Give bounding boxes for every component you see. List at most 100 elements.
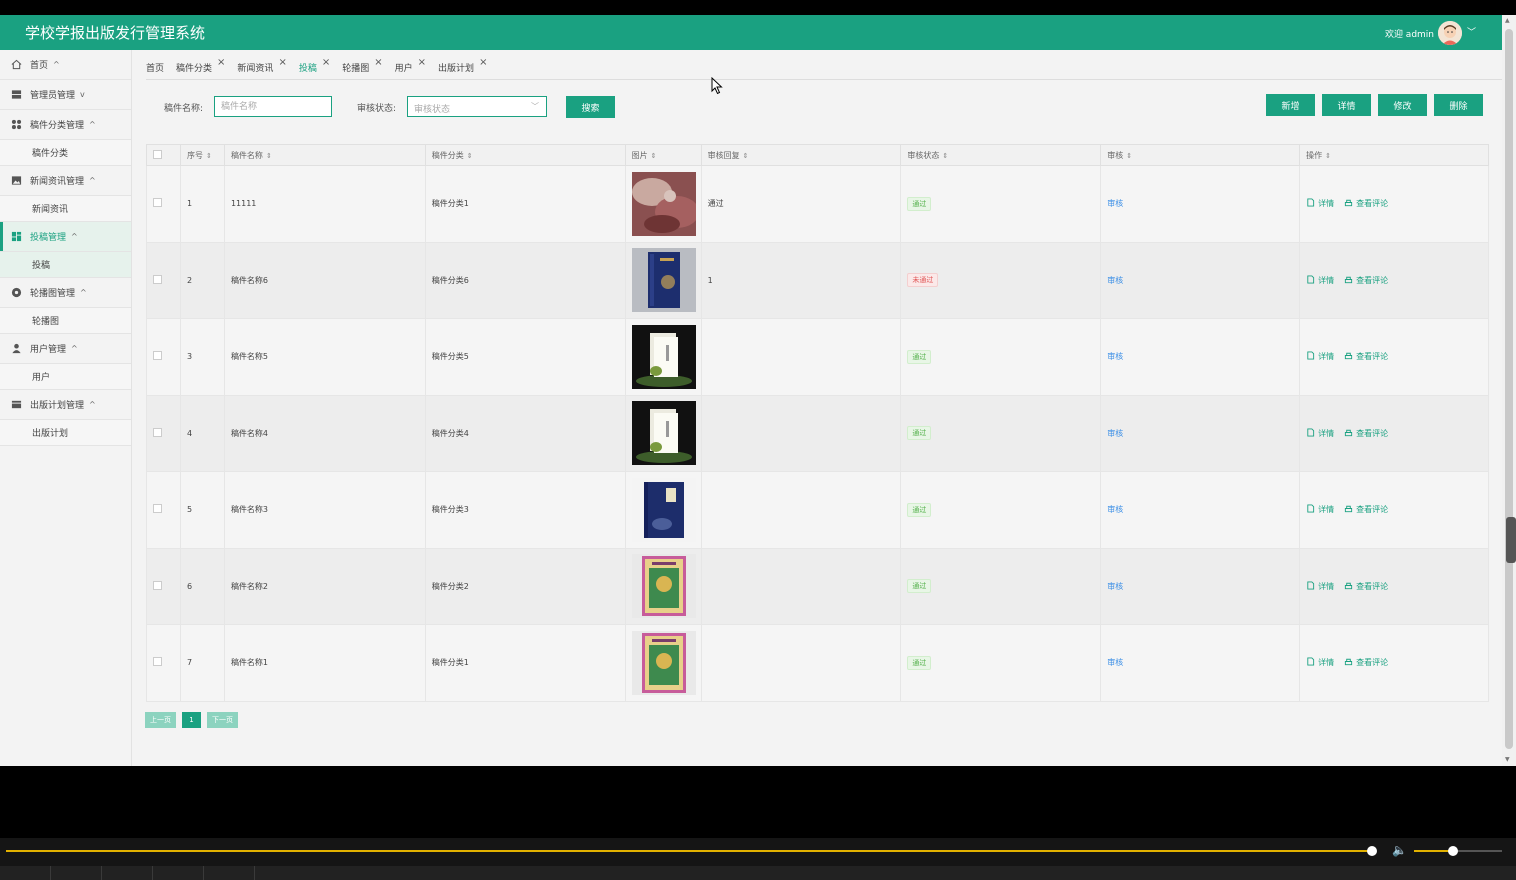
close-icon[interactable]: × [217,57,225,68]
column-header[interactable]: 审核回复 ⇕ [700,144,902,166]
sort-icon[interactable]: ⇕ [1126,152,1132,160]
table-row[interactable]: 4 稿件名称4 稿件分类4 通过 审核 详情 查看评论 [146,394,1489,472]
row-detail-link[interactable]: 详情 [1306,504,1334,514]
row-select-cell[interactable] [146,241,181,319]
row-detail-link[interactable]: 详情 [1306,428,1334,438]
sidebar-item-home[interactable]: 首页 ^ [0,50,131,80]
table-row[interactable]: 6 稿件名称2 稿件分类2 通过 审核 详情 查看评论 [146,547,1489,625]
column-header[interactable]: 序号 ⇕ [179,144,225,166]
tab-submission[interactable]: 投稿 × [299,57,330,74]
next-page-button[interactable]: 下一页 [207,712,238,728]
row-select-cell[interactable] [146,471,181,549]
sidebar-subitem-carousel[interactable]: 轮播图 [0,308,131,334]
thumbnail-image[interactable] [631,324,701,389]
close-icon[interactable]: × [278,57,286,68]
sort-icon[interactable]: ⇕ [206,152,212,160]
sidebar-item-plan-mgmt[interactable]: 出版计划管理 ^ [0,390,131,420]
row-comments-link[interactable]: 查看评论 [1344,658,1388,667]
column-header[interactable]: 图片 ⇕ [624,144,702,166]
close-icon[interactable]: × [479,57,487,68]
row-checkbox[interactable] [153,351,162,361]
page-number-button[interactable]: 1 [182,712,201,728]
column-header[interactable]: 审核状态 ⇕ [900,144,1102,166]
row-checkbox[interactable] [153,657,162,667]
row-detail-link[interactable]: 详情 [1306,351,1334,361]
scrollbar[interactable]: ▲ ▼ [1502,15,1516,766]
review-link[interactable]: 审核 [1107,276,1123,285]
table-row[interactable]: 7 稿件名称1 稿件分类1 通过 审核 详情 查看评论 [146,624,1489,702]
detail-button[interactable]: 详情 [1322,94,1371,116]
column-header[interactable]: 操作 ⇕ [1299,144,1489,166]
select-all-checkbox[interactable] [153,149,162,159]
table-row[interactable]: 3 稿件名称5 稿件分类5 通过 审核 详情 查看评论 [146,318,1489,396]
row-checkbox[interactable] [153,274,162,284]
volume-icon[interactable]: 🔈 [1392,843,1407,857]
thumbnail-image[interactable] [631,477,701,542]
column-header[interactable]: 稿件分类 ⇕ [424,144,626,166]
delete-button[interactable]: 删除 [1434,94,1483,116]
row-checkbox[interactable] [153,580,162,590]
table-row[interactable]: 2 稿件名称6 稿件分类6 1 未通过 审核 详情 查看评论 [146,241,1489,319]
tab-home[interactable]: 首页 [146,61,164,74]
column-header[interactable]: 审核 ⇕ [1100,144,1301,166]
sort-icon[interactable]: ⇕ [651,152,657,160]
tab-category[interactable]: 稿件分类 × [176,57,225,74]
row-select-cell[interactable] [146,394,181,472]
row-comments-link[interactable]: 查看评论 [1344,582,1388,591]
row-checkbox[interactable] [153,427,162,437]
row-detail-link[interactable]: 详情 [1306,657,1334,667]
thumbnail-image[interactable] [631,554,701,619]
review-link[interactable]: 审核 [1107,429,1123,438]
row-select-cell[interactable] [146,547,181,625]
sort-icon[interactable]: ⇕ [942,152,948,160]
sidebar-subitem-user[interactable]: 用户 [0,364,131,390]
prev-page-button[interactable]: 上一页 [145,712,176,728]
review-link[interactable]: 审核 [1107,582,1123,591]
row-checkbox[interactable] [153,504,162,514]
add-button[interactable]: 新增 [1266,94,1315,116]
name-search-input[interactable] [214,96,332,117]
sidebar-subitem-submission[interactable]: 投稿 [0,252,131,278]
close-icon[interactable]: × [374,57,382,68]
sort-icon[interactable]: ⇕ [266,152,272,160]
thumbnail-image[interactable] [631,171,701,236]
row-detail-link[interactable]: 详情 [1306,198,1334,208]
table-row[interactable]: 1 11111 稿件分类1 通过 通过 审核 详情 查看评论 [146,165,1489,243]
sidebar-item-user-mgmt[interactable]: 用户管理 ^ [0,334,131,364]
row-comments-link[interactable]: 查看评论 [1344,276,1388,285]
thumbnail-image[interactable] [631,401,701,466]
sidebar-item-carousel-mgmt[interactable]: 轮播图管理 ^ [0,278,131,308]
review-link[interactable]: 审核 [1107,352,1123,361]
select-all-cell[interactable] [146,144,181,166]
status-select[interactable]: 审核状态 ﹀ [407,96,547,117]
review-link[interactable]: 审核 [1107,658,1123,667]
row-select-cell[interactable] [146,624,181,702]
edit-button[interactable]: 修改 [1378,94,1427,116]
row-comments-link[interactable]: 查看评论 [1344,505,1388,514]
row-detail-link[interactable]: 详情 [1306,275,1334,285]
close-icon[interactable]: × [418,57,426,68]
row-select-cell[interactable] [146,318,181,396]
chevron-down-icon[interactable]: ﹀ [1467,25,1476,38]
progress-track[interactable] [6,850,1372,852]
sort-icon[interactable]: ⇕ [743,152,749,160]
thumbnail-image[interactable] [631,630,701,695]
search-button[interactable]: 搜索 [566,96,615,118]
sidebar-item-admin[interactable]: 管理员管理 v [0,80,131,110]
sidebar-item-submission-mgmt[interactable]: 投稿管理 ^ [0,222,131,252]
tab-plan[interactable]: 出版计划 × [438,57,487,74]
review-link[interactable]: 审核 [1107,505,1123,514]
side-handle[interactable] [1506,517,1516,563]
review-link[interactable]: 审核 [1107,199,1123,208]
avatar[interactable] [1438,21,1462,45]
column-header[interactable]: 稿件名称 ⇕ [223,144,426,166]
row-checkbox[interactable] [153,198,162,208]
sidebar-item-category-mgmt[interactable]: 稿件分类管理 ^ [0,110,131,140]
scroll-up-icon[interactable]: ▲ [1505,17,1510,24]
row-comments-link[interactable]: 查看评论 [1344,429,1388,438]
volume-knob[interactable] [1448,846,1458,856]
sort-icon[interactable]: ⇕ [1325,152,1331,160]
thumbnail-image[interactable] [631,248,701,313]
row-detail-link[interactable]: 详情 [1306,581,1334,591]
tab-carousel[interactable]: 轮播图 × [342,57,382,74]
